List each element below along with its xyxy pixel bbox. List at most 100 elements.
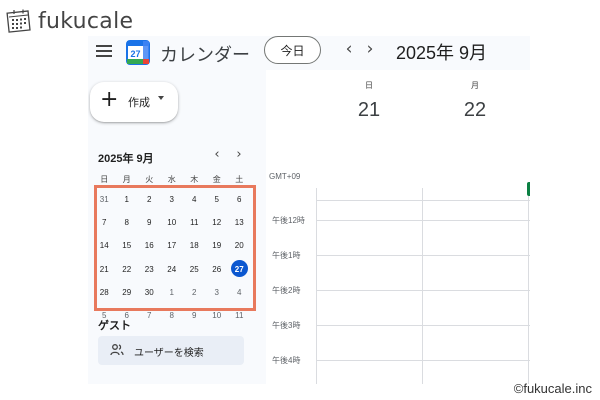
- mini-calendar-day[interactable]: 31: [93, 188, 116, 211]
- mini-calendar-day[interactable]: 18: [183, 234, 206, 257]
- mini-calendar-day[interactable]: 12: [206, 211, 229, 234]
- mini-calendar-day[interactable]: 11: [228, 304, 251, 327]
- mini-calendar-day[interactable]: 3: [206, 281, 229, 304]
- mini-calendar-day[interactable]: 28: [93, 281, 116, 304]
- day-label: 26: [212, 264, 222, 274]
- mini-calendar-next-button[interactable]: ›: [232, 146, 246, 164]
- weekday-label: 木: [190, 175, 199, 184]
- day-label: 6: [237, 195, 242, 204]
- weekday-label: 日: [100, 175, 109, 184]
- day-label: 15: [122, 241, 132, 251]
- mini-calendar-day[interactable]: 10: [206, 304, 229, 327]
- day-view: 日 21 月 22 GMT+09 午後12時午後1時午後2時午後3時午後4時午後…: [266, 70, 530, 384]
- weekday-label: 金: [212, 175, 221, 184]
- copyright-text: ©fukucale.inc: [513, 381, 592, 396]
- day-label: 5: [214, 195, 219, 204]
- day-label: 23: [144, 264, 154, 274]
- mini-calendar-week: 21 22 23 24 25 26 27: [93, 258, 251, 281]
- app-title: カレンダー: [160, 45, 250, 65]
- day-number: 21: [357, 99, 381, 121]
- mini-calendar-day[interactable]: 4: [183, 188, 206, 211]
- day-label: 21: [99, 264, 109, 274]
- mini-calendar-day[interactable]: 27: [228, 258, 251, 281]
- hour-label: 午後2時: [272, 286, 301, 295]
- hour-line: [316, 255, 530, 256]
- current-period: 2025年 9月: [396, 43, 488, 63]
- day-label: 11: [190, 218, 199, 228]
- day-label: 7: [102, 218, 107, 228]
- mini-calendar-day[interactable]: 19: [206, 234, 229, 257]
- mini-calendar-day[interactable]: 8: [161, 304, 184, 327]
- create-button[interactable]: + 作成: [90, 82, 178, 122]
- next-period-button[interactable]: ›: [361, 39, 379, 59]
- mini-calendar-day[interactable]: 20: [228, 234, 251, 257]
- mini-calendar-day[interactable]: 21: [93, 258, 116, 281]
- previous-period-button[interactable]: ‹: [340, 39, 358, 59]
- mini-calendar-day[interactable]: 1: [116, 188, 139, 211]
- timezone-label: GMT+09: [269, 172, 301, 181]
- today-button[interactable]: 今日: [264, 36, 321, 64]
- day-label: 14: [99, 241, 109, 251]
- mini-calendar-day[interactable]: 7: [138, 304, 161, 327]
- day-label: 30: [144, 287, 154, 297]
- mini-calendar-day[interactable]: 14: [93, 234, 116, 257]
- day-label: 8: [124, 218, 129, 228]
- day-label: 18: [189, 241, 199, 251]
- chevron-right-icon: ›: [236, 147, 242, 162]
- mini-calendar-weekdays: 日月火水木金土: [93, 172, 251, 188]
- day-of-week: 月: [471, 81, 479, 90]
- day-label: 16: [144, 241, 154, 251]
- mini-calendar-day[interactable]: 4: [228, 281, 251, 304]
- day-label: 3: [169, 195, 174, 204]
- mini-calendar-day[interactable]: 16: [138, 234, 161, 257]
- hour-label: 午後1時: [272, 251, 301, 260]
- search-people-placeholder: ユーザーを検索: [134, 348, 204, 359]
- day-label: 31: [99, 195, 109, 204]
- mini-calendar-day[interactable]: 23: [138, 258, 161, 281]
- calendar-logo-icon: 27: [126, 40, 150, 65]
- mini-calendar-prev-button[interactable]: ‹: [210, 146, 224, 164]
- hour-label: 午後4時: [272, 356, 301, 365]
- day-label: 27: [234, 264, 244, 274]
- mini-calendar-grid: 日月火水木金土 31 1 2 3 4 5 6 7 8 9 10 11 12 13 14 15 16 17 18 19 2…: [93, 172, 251, 327]
- mini-calendar-day[interactable]: 2: [138, 188, 161, 211]
- hour-label: 午後3時: [272, 321, 301, 330]
- mini-calendar-day[interactable]: 25: [183, 258, 206, 281]
- mini-calendar-day[interactable]: 22: [116, 258, 139, 281]
- mini-calendar-day[interactable]: 3: [161, 188, 184, 211]
- mini-calendar-day[interactable]: 2: [183, 281, 206, 304]
- search-people-input[interactable]: ユーザーを検索: [98, 336, 244, 365]
- mini-calendar-day[interactable]: 15: [116, 234, 139, 257]
- day-label: 9: [192, 310, 197, 320]
- day-header[interactable]: 月 22: [422, 80, 528, 122]
- mini-calendar-day[interactable]: 13: [228, 211, 251, 234]
- day-header[interactable]: 日 21: [316, 80, 422, 122]
- guest-heading: ゲスト: [98, 320, 131, 332]
- mini-calendar-day[interactable]: 1: [161, 281, 184, 304]
- chevron-left-icon: ‹: [214, 147, 220, 162]
- day-label: 17: [167, 241, 177, 251]
- day-label: 2: [147, 195, 152, 204]
- mini-calendar-day[interactable]: 26: [206, 258, 229, 281]
- mini-calendar-day[interactable]: 8: [116, 211, 139, 234]
- mini-calendar-day[interactable]: 7: [93, 211, 116, 234]
- mini-calendar-day[interactable]: 5: [206, 188, 229, 211]
- weekday-label: 土: [235, 175, 244, 184]
- mini-calendar-day[interactable]: 6: [228, 188, 251, 211]
- mini-calendar-day[interactable]: 9: [138, 211, 161, 234]
- mini-calendar-day[interactable]: 24: [161, 258, 184, 281]
- day-label: 2: [192, 287, 197, 297]
- mini-calendar-day[interactable]: 10: [161, 211, 184, 234]
- main-menu-button[interactable]: [96, 45, 112, 59]
- day-label: 4: [237, 287, 242, 297]
- grid-line: [316, 188, 317, 384]
- mini-calendar-day[interactable]: 17: [161, 234, 184, 257]
- day-label: 7: [147, 310, 152, 320]
- mini-calendar-day[interactable]: 29: [116, 281, 139, 304]
- mini-calendar-day[interactable]: 30: [138, 281, 161, 304]
- hour-line: [316, 220, 530, 221]
- mini-calendar-day[interactable]: 11: [183, 211, 206, 234]
- event-chip[interactable]: [527, 182, 530, 196]
- mini-calendar-day[interactable]: 9: [183, 304, 206, 327]
- hour-label: 午後12時: [272, 216, 305, 225]
